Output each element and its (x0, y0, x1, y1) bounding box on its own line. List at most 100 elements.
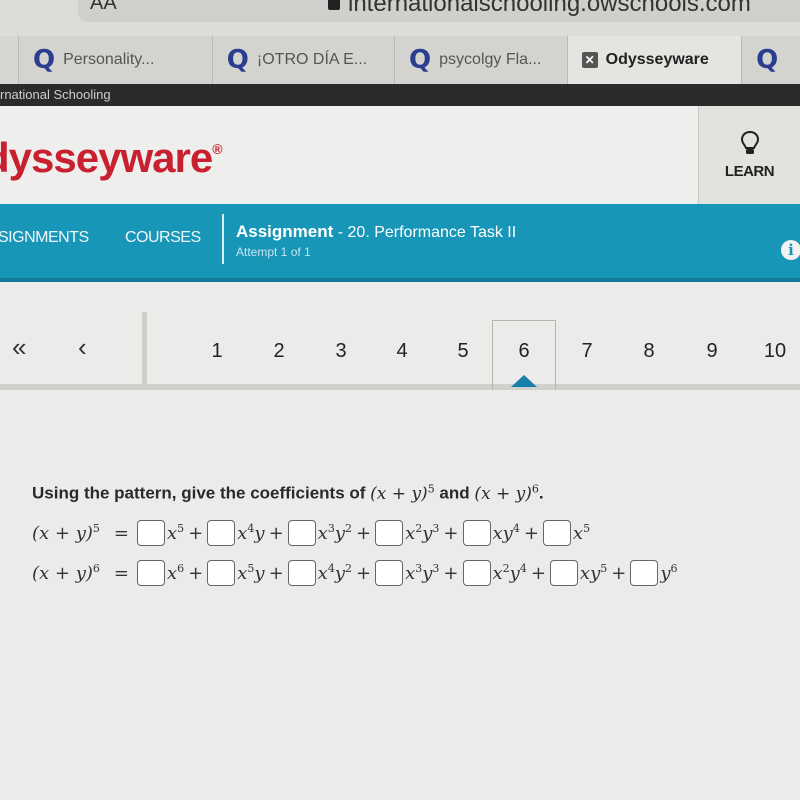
page-8[interactable]: 8 (634, 340, 664, 363)
term-exponent: 5 (583, 522, 591, 535)
term-exponent: 5 (177, 522, 185, 535)
coefficient-input[interactable] (136, 520, 165, 546)
browser-tabs: Q Personality... Q ¡OTRO DÍA E... Q psyc… (0, 36, 800, 84)
site-header: dysseyware® LEARN (0, 106, 800, 204)
term-rest: y (590, 563, 601, 584)
plus-sign: + (530, 562, 546, 584)
previous-page-button[interactable]: ‹ (78, 332, 87, 363)
coefficient-input[interactable] (375, 520, 404, 546)
page-2[interactable]: 2 (264, 340, 294, 363)
first-page-button[interactable]: « (12, 332, 26, 363)
term-exponent: 3 (327, 522, 335, 535)
term-base: x (492, 523, 503, 544)
coefficient-input[interactable] (375, 560, 404, 586)
prompt-end: . (538, 483, 544, 503)
coefficient-input[interactable] (136, 560, 165, 586)
term-base: x (405, 563, 416, 584)
coefficient-input[interactable] (287, 560, 316, 586)
coefficient-input[interactable] (207, 560, 236, 586)
term: x3y3 (405, 562, 439, 584)
term-exponent: 6 (177, 562, 185, 575)
coefficient-input[interactable] (542, 520, 571, 546)
page-7[interactable]: 7 (572, 340, 602, 363)
term: x2y4 (493, 562, 527, 584)
expr-exponent: 6 (531, 482, 539, 495)
term: x3y2 (318, 522, 352, 544)
page-6[interactable]: 6 (509, 340, 539, 363)
school-bar: rnational Schooling (0, 84, 800, 106)
tab-personality[interactable]: Q Personality... (18, 36, 212, 84)
tab-otro-dia[interactable]: Q ¡OTRO DÍA E... (211, 36, 395, 84)
coefficient-input[interactable] (462, 520, 491, 546)
lock-icon (328, 0, 340, 10)
coefficient-input[interactable] (287, 520, 316, 546)
lhs-base: (x + y) (32, 523, 93, 544)
plus-sign: + (355, 522, 372, 544)
page-1[interactable]: 1 (202, 340, 232, 363)
assignment-title: Assignment - 20. Performance Task II (236, 222, 516, 242)
term: y6 (660, 562, 677, 584)
url-text[interactable]: internationalschooling.owschools.com (348, 0, 751, 18)
term: x6 (167, 562, 184, 584)
term-base: x (317, 523, 328, 544)
page-5[interactable]: 5 (448, 340, 478, 363)
page-3[interactable]: 3 (326, 340, 356, 363)
question-prompt: Using the pattern, give the coefficients… (32, 482, 544, 504)
quizlet-icon: Q (409, 45, 432, 75)
nav-courses[interactable]: COURSES (125, 229, 201, 247)
plus-sign: + (443, 522, 459, 544)
term: x4y (237, 522, 264, 544)
term-rest: y (334, 563, 345, 584)
term-rest-exponent: 4 (512, 522, 520, 535)
tab-quizlet-extra[interactable]: Q (741, 36, 800, 84)
term: x2y3 (405, 522, 439, 544)
learn-label: LEARN (724, 162, 775, 180)
reader-view-button[interactable]: AA (90, 0, 117, 15)
tab-label: ¡OTRO DÍA E... (256, 51, 368, 68)
prompt-and: and (434, 483, 475, 503)
learn-button[interactable]: LEARN (698, 106, 800, 204)
lhs-exponent: 5 (92, 522, 100, 535)
term-rest-exponent: 3 (432, 522, 440, 535)
coefficient-input[interactable] (207, 520, 236, 546)
odysseyware-logo[interactable]: dysseyware® (0, 134, 223, 182)
term-rest: y (422, 563, 433, 584)
prompt-text: Using the pattern, give the coefficients… (32, 483, 371, 503)
browser-toolbar: AA internationalschooling.owschools.com (0, 0, 800, 36)
term-rest-exponent: 3 (432, 562, 440, 575)
term-base: x (572, 523, 584, 544)
quizlet-icon: Q (756, 45, 779, 75)
term: x5 (167, 522, 184, 544)
term: xy5 (580, 562, 607, 584)
tab-psycolgy[interactable]: Q psycolgy Fla... (394, 36, 567, 84)
pager-separator (142, 312, 147, 388)
registered-mark: ® (212, 141, 222, 157)
term: x5y (237, 562, 264, 584)
page-9[interactable]: 9 (697, 340, 727, 363)
tab-odysseyware[interactable]: ✕ Odysseyware (566, 36, 742, 84)
info-icon[interactable]: i (781, 240, 800, 260)
term-base: x (405, 523, 416, 544)
lhs-exponent: 6 (92, 562, 100, 575)
expression-2: (x + y)6 (474, 482, 539, 504)
plus-sign: + (355, 562, 372, 584)
term: xy4 (493, 522, 520, 544)
term-base: x (166, 523, 178, 544)
term: x4y2 (318, 562, 352, 584)
plus-sign: + (268, 562, 284, 584)
term-base: x (237, 523, 248, 544)
term-exponent: 6 (670, 562, 678, 575)
close-icon[interactable]: ✕ (581, 52, 598, 68)
page-4[interactable]: 4 (387, 340, 417, 363)
expr-base: (x + y) (474, 483, 532, 504)
coefficient-input[interactable] (462, 560, 491, 586)
lightbulb-icon (740, 130, 759, 154)
question-pager: « ‹ 1 2 3 4 5 6 7 8 9 10 (0, 312, 800, 390)
equation-lhs: (x + y)6 (32, 562, 100, 584)
coefficient-input[interactable] (549, 560, 578, 586)
attempt-text: Attempt 1 of 1 (236, 245, 311, 259)
equation-row-2: (x + y)6 = x6 + x5y + x4y2 + x3y3 + x2y4 + xy5 + y6 (32, 560, 680, 586)
coefficient-input[interactable] (630, 560, 659, 586)
nav-assignments[interactable]: SIGNMENTS (0, 229, 89, 247)
page-10[interactable]: 10 (760, 340, 790, 363)
